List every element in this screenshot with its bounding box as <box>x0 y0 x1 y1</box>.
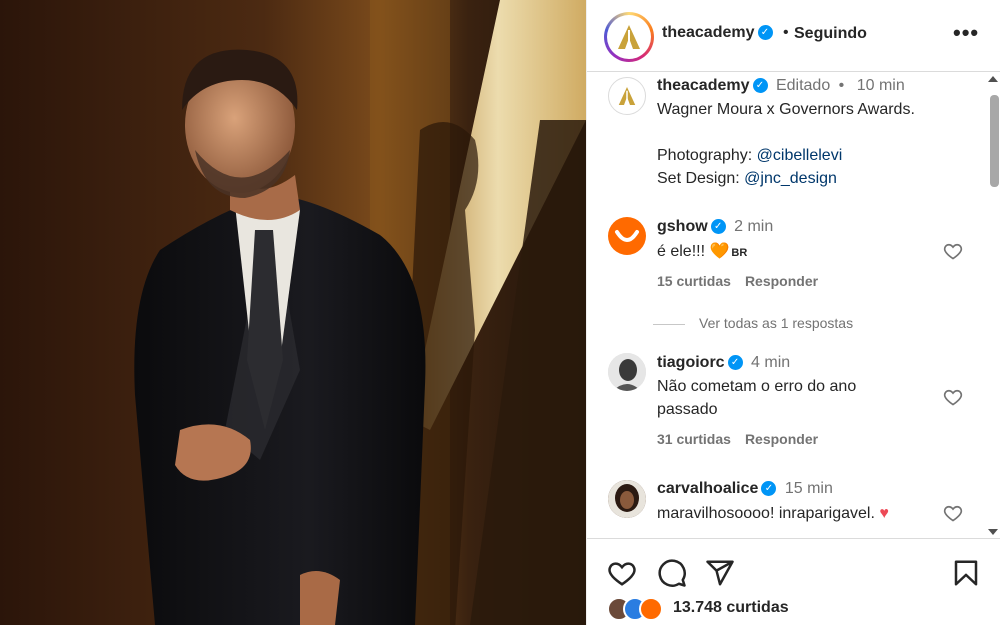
replies-divider <box>653 323 685 325</box>
like-comment-heart-icon[interactable] <box>943 387 963 407</box>
follow-status-button[interactable]: Seguindo <box>794 25 867 43</box>
photo-illustration <box>0 0 586 625</box>
comment-username[interactable]: carvalhoalice <box>657 480 758 497</box>
separator-dot: • <box>838 77 845 94</box>
author-avatar[interactable] <box>604 12 654 62</box>
liker-avatar <box>639 597 663 621</box>
set-design-link[interactable]: @jnc_design <box>744 170 837 187</box>
caption-text: Wagner Moura x Governors Awards. Photogr… <box>657 98 937 190</box>
caption-main-text: Wagner Moura x Governors Awards. <box>657 101 915 118</box>
verified-icon: ✓ <box>727 355 743 371</box>
edited-label: Editado <box>775 77 831 94</box>
like-comment-heart-icon[interactable] <box>943 503 963 523</box>
scroll-down-arrow-icon[interactable] <box>988 529 998 535</box>
comment-username[interactable]: gshow <box>657 218 708 235</box>
gshow-avatar[interactable] <box>608 217 646 255</box>
bookmark-icon[interactable] <box>951 558 981 588</box>
comment-body: é ele!!! <box>657 243 706 260</box>
caption-username[interactable]: theacademy <box>657 77 750 94</box>
like-comment-heart-icon[interactable] <box>943 241 963 261</box>
comment-body: maravilhosoooo! inraparigavel. <box>657 505 875 522</box>
scrollbar[interactable] <box>987 73 1000 538</box>
comment-time[interactable]: 15 min <box>785 480 833 497</box>
comments-scroll-area[interactable]: theacademy ✓ Editado • 10 min Wagner Mour… <box>587 73 1000 538</box>
more-options-icon[interactable]: ••• <box>953 20 979 46</box>
verified-icon: ✓ <box>710 219 726 235</box>
comment-text: é ele!!! 🧡 BR <box>657 240 937 265</box>
reply-button[interactable]: Responder <box>745 273 818 289</box>
header-username-text[interactable]: theacademy <box>662 24 755 41</box>
comment-actions: 31 curtidas Responder <box>657 431 818 447</box>
comment-likes[interactable]: 31 curtidas <box>657 431 731 447</box>
comment-username[interactable]: tiagoiorc <box>657 354 725 371</box>
post-actions-footer: 13.748 curtidas <box>587 538 1000 625</box>
comment-actions: 15 curtidas Responder <box>657 273 818 289</box>
verified-icon: ✓ <box>757 25 773 41</box>
flag-emoji: BR <box>731 247 748 259</box>
heart-icon[interactable] <box>607 558 637 588</box>
comment-likes[interactable]: 15 curtidas <box>657 273 731 289</box>
tiagoiorc-avatar[interactable] <box>608 353 646 391</box>
comment-header: tiagoiorc ✓ 4 min <box>657 354 790 372</box>
share-icon[interactable] <box>705 558 735 588</box>
set-design-credit: Set Design: @jnc_design <box>657 167 937 190</box>
comment-icon[interactable] <box>657 558 687 588</box>
post-header: theacademy ✓ • Seguindo ••• <box>587 0 1000 72</box>
scroll-up-arrow-icon[interactable] <box>988 76 998 82</box>
gshow-logo-icon <box>615 230 639 242</box>
academy-logo-icon <box>618 25 640 49</box>
view-replies-button[interactable]: Ver todas as 1 respostas <box>653 315 853 331</box>
reply-button[interactable]: Responder <box>745 431 818 447</box>
comment-time[interactable]: 2 min <box>734 218 773 235</box>
caption-header: theacademy ✓ Editado • 10 min <box>657 77 905 95</box>
caption-time[interactable]: 10 min <box>857 77 905 94</box>
photography-link[interactable]: @cibellelevi <box>757 147 843 164</box>
view-replies-text[interactable]: Ver todas as 1 respostas <box>699 315 853 331</box>
set-design-label: Set Design: <box>657 170 740 187</box>
profile-photo-icon <box>608 480 646 518</box>
verified-icon: ✓ <box>761 481 777 497</box>
carvalhoalice-avatar[interactable] <box>608 480 646 518</box>
verified-icon: ✓ <box>752 78 768 94</box>
separator-dot: • <box>783 24 789 41</box>
comment-time[interactable]: 4 min <box>751 354 790 371</box>
comment-text: Não cometam o erro do ano passado <box>657 378 857 418</box>
scrollbar-thumb[interactable] <box>990 95 999 187</box>
orange-heart-emoji: 🧡 <box>709 243 730 260</box>
red-heart-emoji: ♥ <box>879 505 889 522</box>
header-username[interactable]: theacademy ✓ <box>662 24 773 42</box>
comment-header: gshow ✓ 2 min <box>657 218 773 236</box>
likes-count[interactable]: 13.748 curtidas <box>673 599 789 617</box>
photography-label: Photography: <box>657 147 753 164</box>
comment-text: maravilhosoooo! inraparigavel. ♥ <box>657 502 947 525</box>
academy-logo-icon <box>618 87 636 105</box>
photography-credit: Photography: @cibellelevi <box>657 144 937 167</box>
post-panel: theacademy ✓ • Seguindo ••• theacademy ✓ E… <box>586 0 1000 625</box>
comment-header: carvalhoalice ✓ 15 min <box>657 480 833 498</box>
caption-avatar[interactable] <box>608 77 646 115</box>
profile-photo-icon <box>608 353 646 391</box>
post-photo[interactable] <box>0 0 586 625</box>
